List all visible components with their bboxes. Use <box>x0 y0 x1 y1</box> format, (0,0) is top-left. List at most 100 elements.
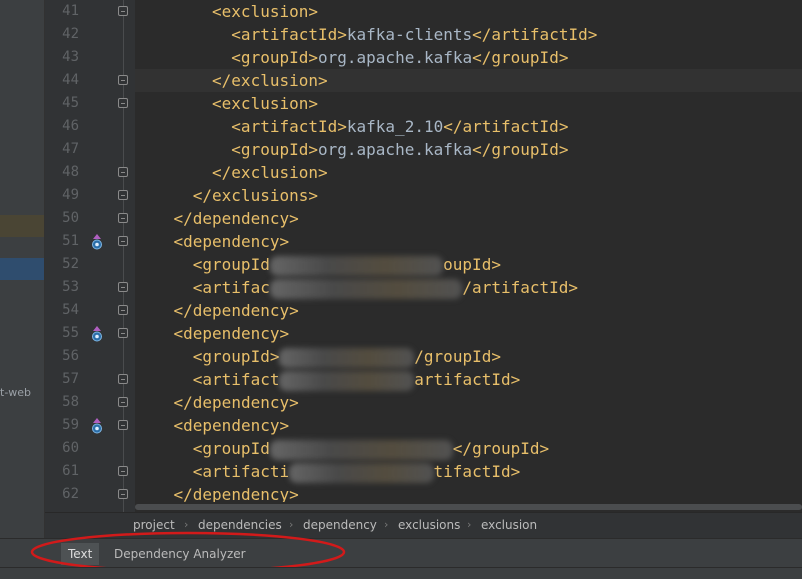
code-line[interactable]: <groupId </groupId> <box>193 437 549 460</box>
xml-text: kafka_2.10 <box>346 117 444 136</box>
breadcrumb-item-dependency[interactable]: dependency <box>303 518 377 532</box>
fold-marker-icon[interactable] <box>118 98 128 108</box>
xml-tag: <artifactId> <box>231 117 347 136</box>
fold-marker-icon[interactable] <box>118 489 128 499</box>
line-number: 56 <box>62 348 79 364</box>
xml-tag: </exclusion> <box>212 71 328 90</box>
code-line[interactable]: <artifacti tifactId> <box>193 460 520 483</box>
tree-row-highlight <box>0 215 44 237</box>
code-line[interactable]: <artifactId>kafka_2.10</artifactId> <box>231 115 568 138</box>
code-line[interactable]: </dependency> <box>174 483 299 502</box>
status-bar <box>0 567 802 579</box>
redaction-blur <box>269 255 444 276</box>
maven-override-icon[interactable] <box>89 233 105 251</box>
fold-marker-icon[interactable] <box>118 282 128 292</box>
scrollbar-thumb[interactable] <box>135 504 802 510</box>
code-line[interactable]: </exclusion> <box>212 69 328 92</box>
code-line[interactable]: </dependency> <box>174 207 299 230</box>
project-name-fragment[interactable]: t-web <box>0 386 31 399</box>
breadcrumb-item-exclusions[interactable]: exclusions <box>398 518 460 532</box>
line-number: 59 <box>62 417 79 433</box>
redaction-blur <box>279 370 415 391</box>
maven-override-icon[interactable] <box>89 417 105 435</box>
chevron-right-icon: › <box>467 518 472 531</box>
blurred-text <box>269 278 463 299</box>
xml-tag: <dependency> <box>173 416 290 435</box>
redaction-blur <box>279 347 415 368</box>
code-line[interactable]: </exclusions> <box>193 184 318 207</box>
fold-marker-icon[interactable] <box>118 236 128 246</box>
fold-marker-icon[interactable] <box>118 328 128 338</box>
editor-gutter: 41 42 43 44 45 46 47 48 49 50 51 52 53 54 55 56 57 58 59 60… <box>45 0 149 512</box>
code-line[interactable]: <groupId>org.apache.kafka</groupId> <box>231 138 568 161</box>
redaction-blur <box>269 439 453 460</box>
line-number: 53 <box>62 279 79 295</box>
line-number: 45 <box>62 95 79 111</box>
xml-tag: </exclusions> <box>192 186 318 205</box>
line-number: 54 <box>62 302 79 318</box>
fold-marker-icon[interactable] <box>118 397 128 407</box>
line-number: 43 <box>62 49 79 65</box>
editor-bottom-tabs: Text Dependency Analyzer <box>0 538 802 568</box>
tree-row-selected[interactable] <box>0 258 44 280</box>
fold-marker-icon[interactable] <box>118 6 128 16</box>
breadcrumb: project › dependencies › dependency › exclusio… <box>45 512 802 539</box>
code-line[interactable]: <dependency> <box>174 230 290 253</box>
xml-tag: <artifac <box>192 278 270 297</box>
fold-marker-icon[interactable] <box>118 305 128 315</box>
tab-text[interactable]: Text <box>61 543 100 565</box>
xml-tag: oupId> <box>443 255 501 274</box>
fold-marker-icon[interactable] <box>118 75 128 85</box>
code-editor[interactable]: <exclusion> <artifactId>kafka-clients</ar… <box>135 0 802 502</box>
code-line[interactable]: <artifac/artifactId> <box>193 276 578 299</box>
line-number: 50 <box>62 210 79 226</box>
code-line[interactable]: <exclusion> <box>212 92 318 115</box>
blurred-text <box>279 370 415 391</box>
xml-tag: /artifactId> <box>462 278 579 297</box>
code-line[interactable]: <groupId> /groupId> <box>193 345 501 368</box>
code-line[interactable]: </dependency> <box>174 299 299 322</box>
xml-tag: <groupId> <box>231 48 318 67</box>
fold-marker-icon[interactable] <box>118 167 128 177</box>
fold-marker-icon[interactable] <box>118 213 128 223</box>
xml-tag: <groupId <box>192 439 270 458</box>
chevron-right-icon: › <box>289 518 294 531</box>
line-number: 61 <box>62 463 79 479</box>
code-line[interactable]: <dependency> <box>174 414 290 437</box>
horizontal-scrollbar[interactable] <box>135 502 802 512</box>
line-number: 42 <box>62 26 79 42</box>
line-number: 57 <box>62 371 79 387</box>
line-number: 41 <box>62 3 79 19</box>
maven-override-icon[interactable] <box>89 325 105 343</box>
blurred-text <box>279 347 415 368</box>
fold-marker-icon[interactable] <box>118 420 128 430</box>
fold-marker-icon[interactable] <box>118 466 128 476</box>
xml-tag: tifactId> <box>433 462 521 481</box>
fold-marker-icon[interactable] <box>118 374 128 384</box>
code-line[interactable]: <dependency> <box>174 322 290 345</box>
code-line[interactable]: <groupId oupId> <box>193 253 501 276</box>
line-number: 62 <box>62 486 79 502</box>
line-number: 49 <box>62 187 79 203</box>
line-number: 60 <box>62 440 79 456</box>
xml-tag: <groupId> <box>231 140 318 159</box>
code-line[interactable]: <exclusion> <box>212 0 318 23</box>
code-line[interactable]: <artifactId>kafka-clients</artifactId> <box>231 23 597 46</box>
code-line[interactable]: <artifact artifactId> <box>193 368 520 391</box>
xml-tag: </artifactId> <box>472 25 598 44</box>
code-line[interactable]: <groupId>org.apache.kafka</groupId> <box>231 46 568 69</box>
breadcrumb-item-project[interactable]: project <box>133 518 175 532</box>
tab-dependency-analyzer[interactable]: Dependency Analyzer <box>107 543 253 565</box>
blurred-text <box>269 255 444 276</box>
line-number: 58 <box>62 394 79 410</box>
line-number: 47 <box>62 141 79 157</box>
xml-text: kafka-clients <box>346 25 473 44</box>
code-line[interactable]: </dependency> <box>174 391 299 414</box>
code-line[interactable]: </exclusion> <box>212 161 328 184</box>
breadcrumb-item-exclusion[interactable]: exclusion <box>481 518 537 532</box>
xml-text: org.apache.kafka <box>318 140 473 159</box>
fold-marker-icon[interactable] <box>118 190 128 200</box>
xml-tag: /groupId> <box>414 347 501 366</box>
xml-tag: </groupId> <box>452 439 550 458</box>
breadcrumb-item-dependencies[interactable]: dependencies <box>198 518 282 532</box>
